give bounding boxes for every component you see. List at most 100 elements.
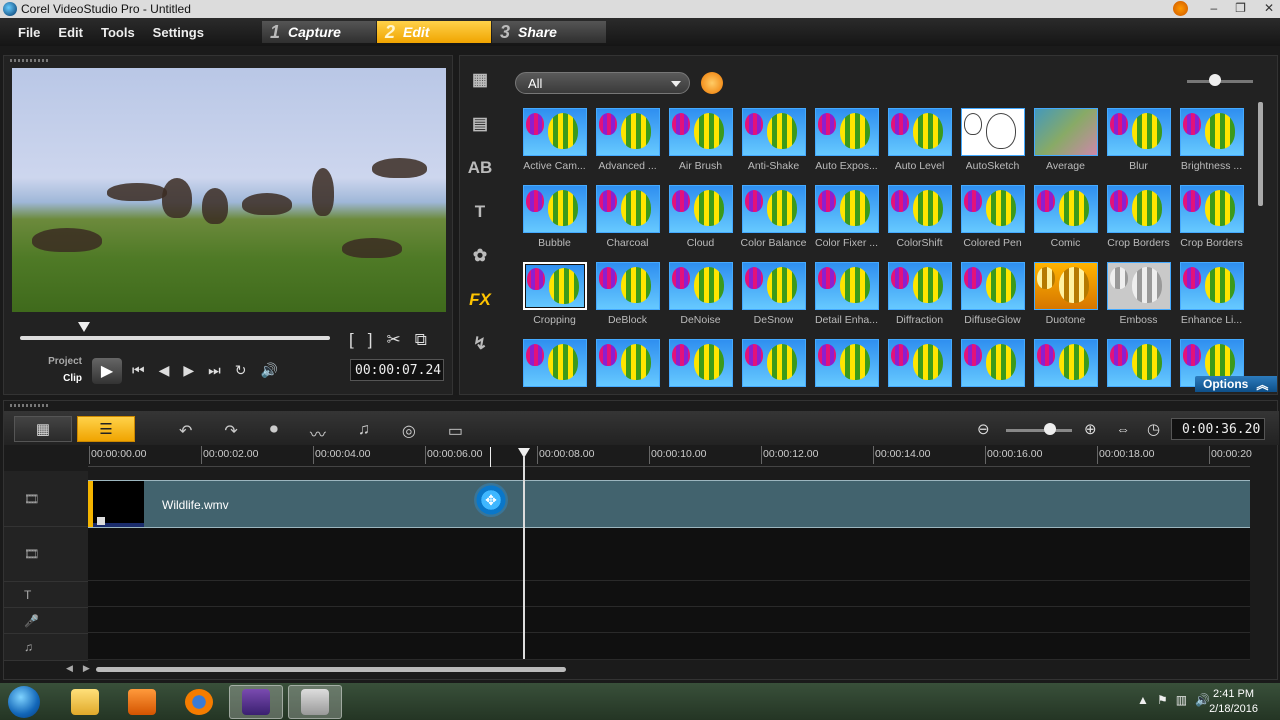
effect-item[interactable]: Duotone (1029, 262, 1102, 339)
browse-effects-icon[interactable] (701, 72, 723, 94)
effect-item[interactable]: Cloud (664, 185, 737, 262)
sound-mixer-icon[interactable]: 〰 (310, 421, 326, 445)
track-header-overlay[interactable]: 🎞 (4, 527, 88, 582)
effect-item[interactable]: DeBlock (591, 262, 664, 339)
library-filter-select[interactable]: All (515, 72, 690, 94)
transition-icon[interactable]: AB (468, 158, 493, 178)
clock[interactable]: 2:41 PM 2/18/2016 (1209, 687, 1258, 717)
taskbar-media-player[interactable] (115, 685, 169, 719)
media-icon[interactable]: ▦ (472, 70, 488, 90)
scroll-left-icon[interactable]: ◀ (66, 663, 73, 674)
flag-icon[interactable]: ⚑ (1157, 693, 1168, 707)
effect-item[interactable]: DeSnow (737, 262, 810, 339)
effect-item[interactable]: Auto Expos... (810, 108, 883, 185)
help-icon[interactable] (1173, 1, 1188, 16)
effect-item[interactable] (810, 339, 883, 393)
effect-item[interactable]: Bubble (518, 185, 591, 262)
timeline-scrollbar[interactable] (88, 667, 1250, 673)
effect-item[interactable] (1102, 339, 1175, 393)
effect-item[interactable]: Average (1029, 108, 1102, 185)
effect-item[interactable]: Crop Borders (1175, 185, 1248, 262)
effect-item[interactable]: Emboss (1102, 262, 1175, 339)
effect-item[interactable]: Detail Enha... (810, 262, 883, 339)
overlay-track[interactable] (88, 528, 1250, 581)
effect-item[interactable] (737, 339, 810, 393)
tab-edit[interactable]: 2 Edit (377, 21, 491, 43)
thumbnail-size-handle[interactable] (1209, 74, 1221, 86)
minimize-button[interactable]: – (1210, 1, 1217, 15)
effect-item[interactable]: Comic (1029, 185, 1102, 262)
effect-item[interactable]: Color Fixer ... (810, 185, 883, 262)
menu-tools[interactable]: Tools (92, 25, 144, 40)
menu-edit[interactable]: Edit (49, 25, 92, 40)
effect-item[interactable] (664, 339, 737, 393)
effect-item[interactable] (956, 339, 1029, 393)
video-clip[interactable]: Wildlife.wmv (88, 480, 1250, 528)
instant-project-icon[interactable]: ▤ (472, 114, 488, 134)
timecode-field[interactable]: 00:00:07.24 (350, 359, 444, 381)
network-icon[interactable]: ▥ (1176, 693, 1187, 707)
split-clip-icon[interactable]: ✂ (386, 330, 400, 350)
effect-item[interactable] (1029, 339, 1102, 393)
close-button[interactable]: ✕ (1264, 1, 1274, 15)
library-scrollbar[interactable] (1258, 102, 1263, 206)
track-header-video[interactable]: 🎞 (4, 471, 88, 527)
effect-item[interactable]: Active Cam... (518, 108, 591, 185)
tab-share[interactable]: 3 Share (492, 21, 606, 43)
timeline-scroll-thumb[interactable] (96, 667, 566, 672)
zoom-handle[interactable] (1044, 423, 1056, 435)
go-to-start-icon[interactable]: ⏮ (132, 362, 145, 379)
maximize-button[interactable]: ❐ (1235, 1, 1246, 15)
track-header-music[interactable]: ♫ (4, 634, 88, 661)
menu-settings[interactable]: Settings (144, 25, 213, 40)
taskbar-recorder[interactable] (288, 685, 342, 719)
effect-item[interactable]: Brightness ... (1175, 108, 1248, 185)
video-preview[interactable] (12, 68, 446, 312)
auto-music-icon[interactable]: ♫ (358, 421, 370, 445)
effect-item[interactable]: Enhance Li... (1175, 262, 1248, 339)
effect-item[interactable]: ColorShift (883, 185, 956, 262)
mark-in-button[interactable]: [ (349, 330, 354, 350)
volume-icon[interactable]: 🔊 (261, 362, 278, 379)
undo-icon[interactable]: ↶ (179, 421, 192, 445)
zoom-out-icon[interactable]: ⊖ (977, 420, 990, 438)
effect-item[interactable]: Charcoal (591, 185, 664, 262)
track-header-voice[interactable]: 🎤 (4, 608, 88, 634)
effect-item[interactable]: Anti-Shake (737, 108, 810, 185)
taskbar-firefox[interactable] (172, 685, 226, 719)
effect-item[interactable]: Cropping (518, 262, 591, 339)
timeline-view-button[interactable]: ☰ (77, 416, 135, 442)
enlarge-preview-icon[interactable]: ⧉ (415, 330, 427, 350)
options-button[interactable]: Options ︽ (1195, 376, 1277, 392)
effect-item[interactable] (591, 339, 664, 393)
next-frame-icon[interactable]: ▶ (183, 362, 194, 379)
scrubber-handle[interactable] (78, 322, 90, 332)
effect-item[interactable]: Air Brush (664, 108, 737, 185)
effect-item[interactable]: Crop Borders (1102, 185, 1175, 262)
tab-capture[interactable]: 1 Capture (262, 21, 376, 43)
move-cursor-icon[interactable]: ✥ (474, 483, 508, 517)
mark-out-button[interactable]: ] (368, 330, 373, 350)
title-icon[interactable]: T (475, 202, 485, 222)
redo-icon[interactable]: ↷ (224, 421, 237, 445)
effect-item[interactable]: AutoSketch (956, 108, 1029, 185)
speaker-icon[interactable]: 🔊 (1195, 693, 1210, 707)
effect-item[interactable]: Color Balance (737, 185, 810, 262)
effect-item[interactable]: Colored Pen (956, 185, 1029, 262)
fx-icon[interactable]: FX (469, 290, 491, 310)
panel-grip[interactable] (10, 404, 50, 407)
show-hidden-icon[interactable]: ▲ (1137, 693, 1149, 707)
previous-frame-icon[interactable]: ◀ (159, 362, 170, 379)
zoom-in-icon[interactable]: ⊕ (1084, 420, 1097, 438)
scrubber-bar[interactable] (20, 336, 330, 340)
effect-item[interactable]: DeNoise (664, 262, 737, 339)
time-ruler[interactable]: 00:00:00.00 00:00:02.00 00:00:04.00 00:00:0… (88, 445, 1252, 467)
effect-item[interactable]: DiffuseGlow (956, 262, 1029, 339)
storyboard-view-button[interactable]: ▦ (14, 416, 72, 442)
effect-item[interactable]: Auto Level (883, 108, 956, 185)
subtitle-editor-icon[interactable]: ▭ (448, 421, 463, 445)
effect-item[interactable]: Blur (1102, 108, 1175, 185)
track-header-title[interactable]: T (4, 582, 88, 608)
effect-item[interactable] (518, 339, 591, 393)
graphic-icon[interactable]: ✿ (473, 246, 487, 266)
